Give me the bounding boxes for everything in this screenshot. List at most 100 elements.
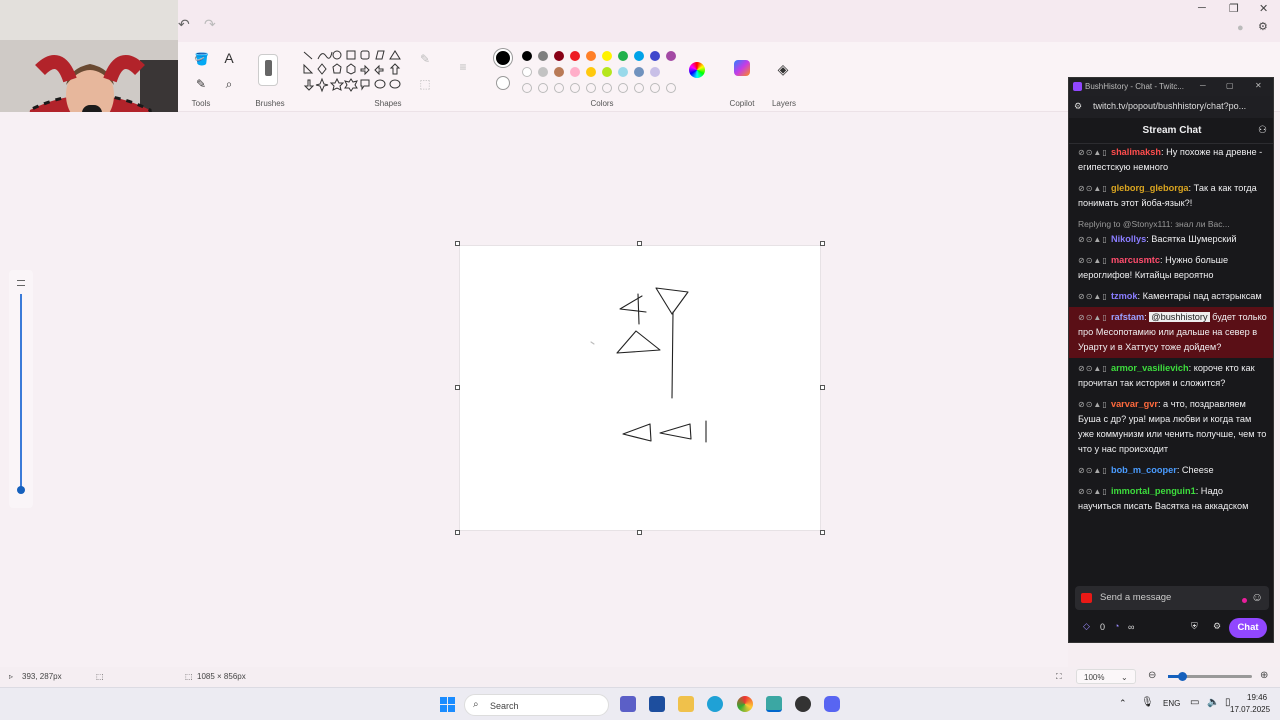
color-swatch[interactable] <box>618 51 628 61</box>
tray-overflow-icon[interactable]: ⌃ <box>1119 698 1127 709</box>
shield-icon[interactable]: ⛨ <box>1191 621 1198 632</box>
start-button[interactable] <box>440 697 455 712</box>
chat-send-button[interactable]: Chat <box>1229 618 1267 638</box>
chat-input[interactable]: Send a message ☺ <box>1075 586 1269 610</box>
resize-handle-nw[interactable] <box>455 241 460 246</box>
moderation-icons[interactable]: ⊘⊙▲▯ <box>1078 400 1111 409</box>
custom-color-slot[interactable] <box>554 83 564 93</box>
moderation-icons[interactable]: ⊘⊙▲▯ <box>1078 184 1111 193</box>
color-swatch[interactable] <box>634 51 644 61</box>
chat-restore-button[interactable]: ▢ <box>1226 81 1234 90</box>
chat-username[interactable]: immortal_penguin1 <box>1111 486 1196 496</box>
moderation-icons[interactable]: ⊘⊙▲▯ <box>1078 313 1111 322</box>
layers-icon[interactable]: ◈ <box>776 62 790 76</box>
emoji-picker-icon[interactable]: ☺ <box>1251 590 1263 604</box>
color-swatch[interactable] <box>634 67 644 77</box>
resize-handle-s[interactable] <box>637 530 642 535</box>
outline-icon[interactable]: ✎ <box>418 52 432 66</box>
account-icon[interactable]: ● <box>1237 22 1244 34</box>
zoom-slider[interactable] <box>1168 672 1252 681</box>
moderation-icons[interactable]: ⊘⊙▲▯ <box>1078 364 1111 373</box>
language-indicator[interactable]: ENG <box>1163 699 1180 708</box>
volume-icon[interactable]: 🔈 <box>1207 697 1219 708</box>
copilot-icon[interactable] <box>734 60 750 76</box>
color-picker-icon[interactable]: ✎ <box>194 77 208 91</box>
moderation-icons[interactable]: ⊘⊙▲▯ <box>1078 466 1111 475</box>
color-swatch[interactable] <box>650 67 660 77</box>
primary-color[interactable] <box>494 49 512 67</box>
minimize-button[interactable]: ─ <box>1198 2 1206 14</box>
chat-username[interactable]: shalimaksh <box>1111 147 1161 157</box>
size-icon[interactable]: ≡ <box>456 60 470 74</box>
custom-color-slot[interactable] <box>522 83 532 93</box>
chat-mention[interactable]: @bushhistory <box>1149 312 1210 322</box>
channel-points-icon[interactable]: ◔ <box>1114 621 1119 631</box>
custom-color-slot[interactable] <box>538 83 548 93</box>
moderation-icons[interactable]: ⊘⊙▲▯ <box>1078 292 1111 301</box>
color-swatch[interactable] <box>570 67 580 77</box>
network-icon[interactable]: ▭ <box>1190 697 1199 708</box>
resize-handle-n[interactable] <box>637 241 642 246</box>
color-swatch[interactable] <box>538 51 548 61</box>
chrome-icon[interactable] <box>737 696 753 712</box>
close-button[interactable]: ✕ <box>1259 2 1268 15</box>
color-swatch[interactable] <box>602 67 612 77</box>
color-swatch[interactable] <box>586 67 596 77</box>
chat-url-bar[interactable]: ⚙ twitch.tv/popout/bushhistory/chat?po..… <box>1069 96 1273 118</box>
moderation-icons[interactable]: ⊘⊙▲▯ <box>1078 256 1111 265</box>
undo-icon[interactable]: ↶ <box>178 16 190 33</box>
drawing-canvas[interactable] <box>459 245 821 531</box>
emote-icon[interactable] <box>1081 593 1092 603</box>
clock-time[interactable]: 19:46 <box>1247 693 1267 702</box>
magnifier-icon[interactable]: ⌕ <box>222 77 236 91</box>
color-swatch[interactable] <box>538 67 548 77</box>
edge-icon[interactable] <box>707 696 723 712</box>
settings-gear-icon[interactable]: ⚙ <box>1258 20 1268 33</box>
chat-username[interactable]: rafstam <box>1111 312 1144 322</box>
chat-username[interactable]: tzmok <box>1111 291 1138 301</box>
reply-context[interactable]: Replying to @Stonyx111: знал ли Вас... <box>1078 217 1267 232</box>
clock-date[interactable]: 17.07.2025 <box>1230 705 1270 714</box>
color-swatch[interactable] <box>570 51 580 61</box>
chat-username[interactable]: marcusmtc <box>1111 255 1160 265</box>
color-swatch[interactable] <box>554 67 564 77</box>
restore-button[interactable]: ❐ <box>1229 2 1239 15</box>
chat-username[interactable]: Nikollys <box>1111 234 1146 244</box>
color-swatch[interactable] <box>618 67 628 77</box>
color-swatch[interactable] <box>666 51 676 61</box>
color-swatch[interactable] <box>522 67 532 77</box>
moderation-icons[interactable]: ⊘⊙▲▯ <box>1078 148 1111 157</box>
text-tool-icon[interactable]: A <box>222 51 236 65</box>
redo-icon[interactable]: ↷ <box>204 16 216 33</box>
custom-color-slot[interactable] <box>650 83 660 93</box>
chat-username[interactable]: armor_vasilievich <box>1111 363 1189 373</box>
resize-handle-e[interactable] <box>820 385 825 390</box>
custom-color-slot[interactable] <box>634 83 644 93</box>
chat-username[interactable]: varvar_gvr <box>1111 399 1158 409</box>
fill-icon[interactable]: ⬚ <box>418 77 432 91</box>
chat-username[interactable]: gleborg_gleborga <box>1111 183 1189 193</box>
color-swatch[interactable] <box>554 51 564 61</box>
resize-handle-w[interactable] <box>455 385 460 390</box>
taskbar-search[interactable]: ⌕ Search <box>464 694 609 716</box>
paint-app-icon[interactable] <box>766 696 782 712</box>
resize-handle-se[interactable] <box>820 530 825 535</box>
teams-icon[interactable] <box>620 696 636 712</box>
file-explorer-icon[interactable] <box>678 696 694 712</box>
chat-minimize-button[interactable]: ─ <box>1200 81 1206 90</box>
custom-color-slot[interactable] <box>666 83 676 93</box>
slider-thumb[interactable] <box>17 486 25 494</box>
color-swatch[interactable] <box>522 51 532 61</box>
bits-icon[interactable]: ◇ <box>1083 621 1090 632</box>
secondary-color[interactable] <box>496 76 510 90</box>
custom-color-slot[interactable] <box>602 83 612 93</box>
resize-handle-ne[interactable] <box>820 241 825 246</box>
moderation-icons[interactable]: ⊘⊙▲▯ <box>1078 487 1111 496</box>
shapes-gallery[interactable] <box>302 48 404 96</box>
custom-color-slot[interactable] <box>586 83 596 93</box>
zoom-level-dropdown[interactable]: 100% ⌄ <box>1076 669 1136 684</box>
color-swatch[interactable] <box>602 51 612 61</box>
resize-handle-sw[interactable] <box>455 530 460 535</box>
vertical-zoom-slider[interactable] <box>9 270 33 508</box>
moderation-icons[interactable]: ⊘⊙▲▯ <box>1078 235 1111 244</box>
